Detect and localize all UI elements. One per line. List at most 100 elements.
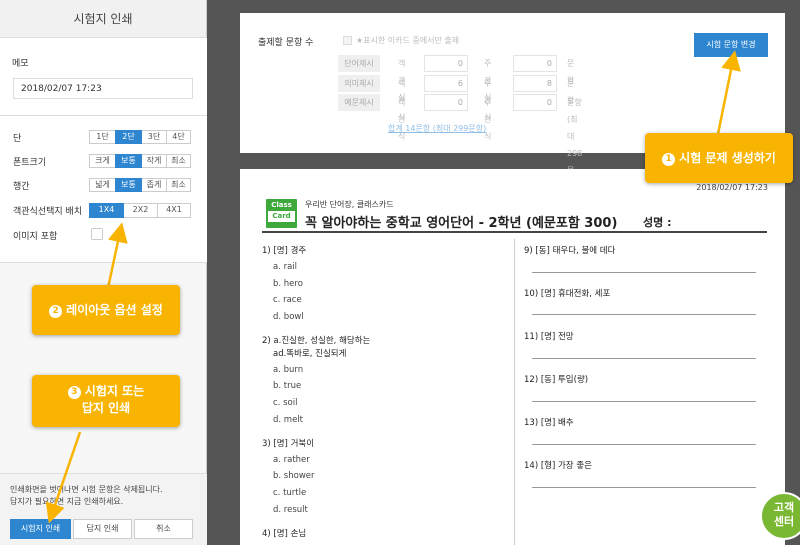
change-questions-button[interactable]: 시험 문항 변경 <box>694 33 768 57</box>
title-divider <box>262 231 767 233</box>
question-count-label: 출제할 문항 수 <box>258 38 314 48</box>
question-item: 12) [동] 투입(량) <box>524 375 589 385</box>
question-item: 2) a.진실한, 성실한, 해당하는 <box>262 336 371 346</box>
print-note-line-2: 답지가 필요하면 지금 인쇄하세요. <box>10 497 124 506</box>
include-image-label: 이미지 포함 <box>13 232 58 242</box>
callout-layout-options: 2 레이아웃 옵션 설정 <box>32 285 180 335</box>
question-item: 11) [명] 전망 <box>524 332 574 342</box>
answer-option: c. soil <box>273 398 298 408</box>
question-total-link[interactable]: 합계 14문항 (최대 299문항) <box>388 123 486 134</box>
answer-option: b. hero <box>273 279 303 289</box>
font-size-label: 폰트크기 <box>13 158 47 168</box>
question-item: 10) [명] 휴대전화, 세포 <box>524 289 611 299</box>
choice-layout-option-2x2[interactable]: 2X2 <box>123 203 158 218</box>
answer-line <box>532 487 756 488</box>
line-spacing-option-normal[interactable]: 보통 <box>115 178 142 192</box>
answer-option: a. rail <box>273 262 298 272</box>
answer-option: d. result <box>273 505 308 515</box>
starred-only-checkbox[interactable] <box>343 36 352 45</box>
columns-option-2[interactable]: 2단 <box>115 130 142 144</box>
question-item: 13) [명] 배추 <box>524 418 574 428</box>
paper-date: 2018/02/07 17:23 <box>696 183 768 192</box>
paper-subtitle: 우리반 단어장, 클래스카드 <box>305 200 394 209</box>
objective-label: 객관식 <box>398 98 406 141</box>
customer-center-line-1: 고객 <box>773 501 795 514</box>
line-spacing-option-narrow[interactable]: 좁게 <box>141 178 167 192</box>
question-item-line-2: ad.똑바로, 진실되게 <box>273 349 347 359</box>
line-spacing-option-wide[interactable]: 넓게 <box>89 178 116 192</box>
include-image-checkbox[interactable] <box>91 228 103 240</box>
callout-text-line-2: 답지 인쇄 <box>81 401 131 415</box>
objective-count-input[interactable]: 6 <box>424 75 468 92</box>
callout-text: 시험 문제 생성하기 <box>679 151 776 165</box>
font-size-option-large[interactable]: 크게 <box>89 154 116 168</box>
columns-label: 단 <box>13 134 22 144</box>
name-field-label: 성명 : <box>643 216 672 229</box>
print-sidebar: 시험지 인쇄 메모 단 1단 2단 3단 4단 폰트크기 크게 보통 작게 최소… <box>0 0 207 545</box>
starred-only-label: ★표시한 이카드 중에서만 출제 <box>356 36 460 45</box>
font-size-option-min[interactable]: 최소 <box>166 154 191 168</box>
sidebar-title: 시험지 인쇄 <box>0 0 206 38</box>
answer-option: b. true <box>273 381 302 391</box>
columns-option-1[interactable]: 1단 <box>89 130 116 144</box>
logo-text-bottom: Card <box>268 211 295 222</box>
customer-center-button[interactable]: 고객 센터 <box>760 492 800 540</box>
sidebar-footer: 인쇄화면을 벗어나면 시험 문항은 삭제됩니다. 답지가 필요하면 지금 인쇄하… <box>0 473 207 545</box>
font-size-option-normal[interactable]: 보통 <box>115 154 142 168</box>
callout-text: 레이아웃 옵션 설정 <box>66 303 163 317</box>
question-type-name: 예문제시 <box>338 94 380 111</box>
memo-input[interactable] <box>13 78 193 99</box>
question-item: 3) [명] 거북이 <box>262 439 315 449</box>
columns-selector: 1단 2단 3단 4단 <box>89 130 191 144</box>
subjective-count-input[interactable]: 0 <box>513 55 557 72</box>
question-item: 14) [형] 가장 좋은 <box>524 461 592 471</box>
question-item: 1) [명] 경주 <box>262 246 307 256</box>
step-number-badge: 2 <box>49 305 63 318</box>
print-test-button[interactable]: 시험지 인쇄 <box>10 519 71 539</box>
question-config-panel: 출제할 문항 수 ★표시한 이카드 중에서만 출제 단어제시 객관식 0 주관식… <box>240 13 785 192</box>
answer-line <box>532 358 756 359</box>
choice-layout-option-1x4[interactable]: 1X4 <box>89 203 124 218</box>
answer-option: b. shower <box>273 471 315 481</box>
answer-option: d. melt <box>273 415 304 425</box>
callout-print: 3 시험지 또는 답지 인쇄 <box>32 375 180 427</box>
answer-line <box>532 314 756 315</box>
line-spacing-selector: 넓게 보통 좁게 최소 <box>89 178 191 192</box>
logo-text-top: Class <box>271 201 292 209</box>
callout-text-line-1: 시험지 또는 <box>84 384 145 398</box>
print-note-line-1: 인쇄화면을 벗어나면 시험 문항은 삭제됩니다. <box>10 485 163 494</box>
step-number-badge: 3 <box>67 386 81 399</box>
choice-layout-selector: 1X4 2X2 4X1 <box>89 203 191 218</box>
answer-option: c. race <box>273 295 302 305</box>
columns-option-4[interactable]: 4단 <box>166 130 191 144</box>
memo-label: 메모 <box>12 59 29 69</box>
columns-option-3[interactable]: 3단 <box>141 130 167 144</box>
font-size-option-small[interactable]: 작게 <box>141 154 167 168</box>
test-paper-preview: 2018/02/07 17:23 Class Card 우리반 단어장, 클래스… <box>240 169 785 545</box>
objective-count-input[interactable]: 0 <box>424 55 468 72</box>
line-spacing-option-min[interactable]: 최소 <box>166 178 191 192</box>
font-size-selector: 크게 보통 작게 최소 <box>89 154 191 168</box>
objective-count-input[interactable]: 0 <box>424 94 468 111</box>
step-number-badge: 1 <box>662 153 676 166</box>
choice-layout-option-4x1[interactable]: 4X1 <box>157 203 191 218</box>
subjective-count-input[interactable]: 8 <box>513 75 557 92</box>
subjective-count-input[interactable]: 0 <box>513 94 557 111</box>
answer-option: a. rather <box>273 455 310 465</box>
print-note: 인쇄화면을 벗어나면 시험 문항은 삭제됩니다. 답지가 필요하면 지금 인쇄하… <box>10 484 200 508</box>
question-item: 4) [명] 손님 <box>262 529 307 539</box>
layout-options-section: 단 1단 2단 3단 4단 폰트크기 크게 보통 작게 최소 행간 넓게 보통 … <box>0 116 207 263</box>
answer-line <box>532 444 756 445</box>
answer-option: c. turtle <box>273 488 307 498</box>
paper-title: 꼭 알아야하는 중학교 영어단어 - 2학년 (예문포함 300) <box>305 216 618 231</box>
question-type-name: 의미제시 <box>338 75 380 92</box>
callout-generate-questions: 1 시험 문제 생성하기 <box>645 133 793 183</box>
answer-option: d. bowl <box>273 312 304 322</box>
subjective-label: 주관식 <box>484 98 492 141</box>
choice-layout-label: 객관식선택지 배치 <box>13 207 83 217</box>
question-item: 9) [동] 태우다, 불에 데다 <box>524 246 616 256</box>
answer-line <box>532 401 756 402</box>
print-answer-button[interactable]: 답지 인쇄 <box>73 519 132 539</box>
cancel-button[interactable]: 취소 <box>134 519 193 539</box>
memo-section: 메모 <box>0 38 207 116</box>
